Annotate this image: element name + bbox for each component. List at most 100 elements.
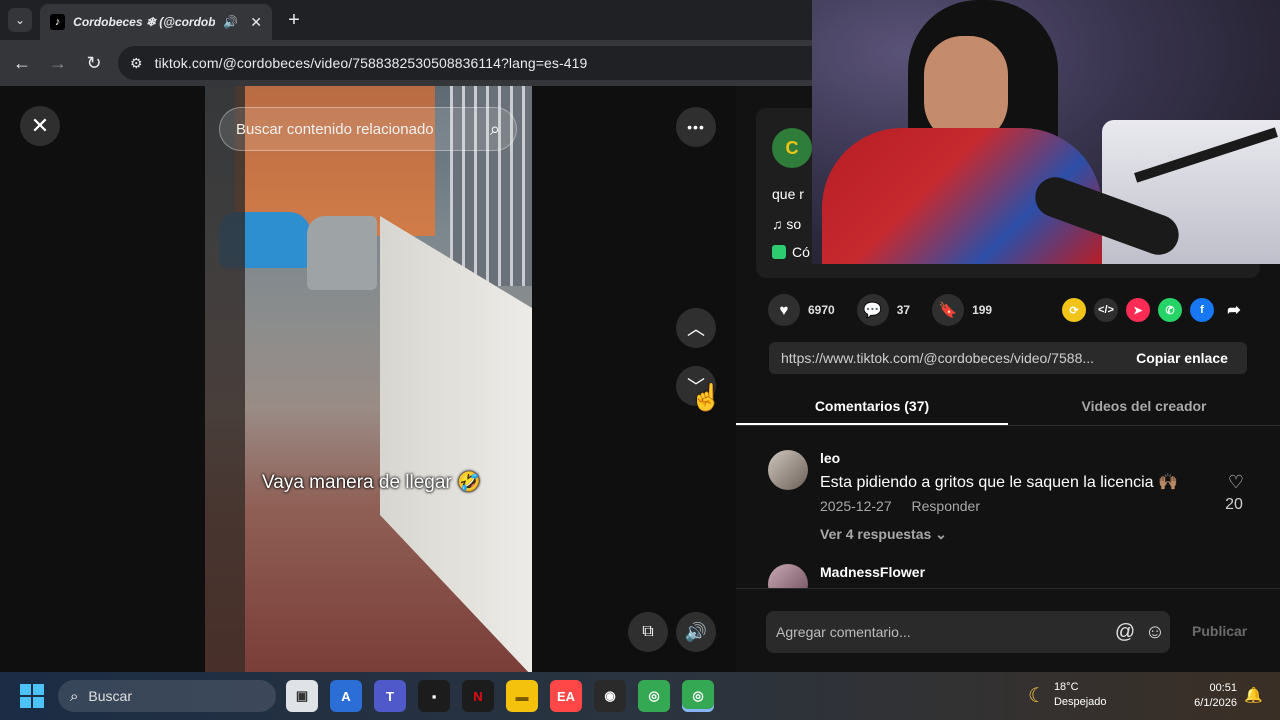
previous-video-button[interactable]: ︿	[676, 308, 716, 348]
close-video-button[interactable]: ✕	[20, 106, 60, 146]
video-description: que r	[772, 186, 804, 202]
azure-data-studio-icon[interactable]: A	[330, 680, 362, 712]
temperature: 18°C	[1053, 681, 1079, 693]
ea-app-icon[interactable]: EA	[550, 680, 582, 712]
reload-button[interactable]: ↻	[82, 51, 106, 75]
url-text[interactable]: tiktok.com/@cordobeces/video/75883825305…	[155, 55, 588, 71]
tab-search-button[interactable]: ⌄	[8, 8, 32, 32]
speaker-icon[interactable]: 🔊	[223, 15, 238, 29]
obs-icon[interactable]: ◉	[594, 680, 626, 712]
search-icon: ⌕	[70, 687, 79, 705]
weather-condition: Despejado	[1053, 696, 1107, 708]
save-count: 199	[972, 303, 993, 317]
embed-icon[interactable]: </>	[1094, 298, 1118, 322]
facebook-icon[interactable]: f	[1190, 298, 1214, 322]
repost-icon[interactable]: ⟳	[1062, 298, 1086, 322]
whatsapp-icon[interactable]: ✆	[1158, 298, 1182, 322]
share-icons: ⟳ </> ➤ ✆ f ➦	[1062, 298, 1246, 322]
emoji-icon[interactable]: ☺	[1140, 621, 1170, 644]
reply-button[interactable]: Responder	[912, 498, 981, 514]
video-area: ✕ Buscar contenido relacionado ⌕ Vaya ma…	[0, 86, 736, 672]
volume-button[interactable]: 🔊	[676, 612, 716, 652]
save-stat[interactable]: 🔖 199	[932, 294, 992, 326]
comment-placeholder: Agregar comentario...	[776, 624, 911, 640]
comment-username[interactable]: leo	[820, 450, 840, 466]
windows-taskbar: ⌕ Buscar ▣ A T ▪ N ▬ EA ◉ ◎ ◎ ☾ 18°C Des…	[0, 672, 1280, 720]
comment-item: leo Esta pidiendo a gritos que le saquen…	[768, 450, 1248, 550]
location-name: Có	[792, 244, 810, 260]
comment-bar: Agregar comentario... @ ☺ Publicar	[736, 588, 1280, 672]
comment-item: MadnessFlower	[768, 564, 1248, 588]
comment-bubble-icon[interactable]: 💬	[856, 294, 889, 326]
weather-widget[interactable]: ☾ 18°C Despejado	[1028, 680, 1107, 710]
notification-icon[interactable]: 🔔	[1244, 686, 1263, 704]
location-link[interactable]: Có	[772, 244, 810, 260]
related-search-input[interactable]: Buscar contenido relacionado ⌕	[219, 107, 517, 151]
browser-toolbar: ← → ↻ ⚙ tiktok.com/@cordobeces/video/758…	[0, 40, 818, 86]
share-arrow-icon[interactable]: ➦	[1222, 298, 1246, 322]
address-bar[interactable]: ⚙ tiktok.com/@cordobeces/video/758838253…	[118, 46, 818, 80]
mouse-cursor-icon: ☝	[690, 382, 723, 412]
app-blocks-icon[interactable]: ▪	[418, 680, 450, 712]
task-view-icon[interactable]: ▣	[286, 680, 318, 712]
tab-creator-videos[interactable]: Videos del creador	[1008, 386, 1280, 425]
like-count: 6970	[808, 303, 835, 317]
new-tab-button[interactable]: +	[282, 8, 306, 32]
video-frame-car	[307, 216, 377, 290]
taskbar-apps: ▣ A T ▪ N ▬ EA ◉ ◎ ◎	[286, 680, 714, 712]
browser-tab-active[interactable]: ♪ Cordobeces ❄ (@cordobeces 🔊 ✕	[40, 4, 272, 40]
search-icon[interactable]: ⌕	[490, 119, 500, 140]
comment-meta: 2025-12-27 Responder	[820, 498, 996, 514]
comment-like-count: 20	[1225, 496, 1243, 513]
heart-outline-icon[interactable]: ♡	[1224, 472, 1248, 493]
clock-time: 00:51	[1209, 682, 1237, 694]
publish-button[interactable]: Publicar	[1192, 623, 1247, 639]
copy-link-button[interactable]: Copiar enlace	[1117, 350, 1247, 366]
comment-date: 2025-12-27	[820, 498, 892, 514]
send-icon[interactable]: ➤	[1126, 298, 1150, 322]
like-stat[interactable]: ♥ 6970	[768, 294, 835, 326]
clock-date: 6/1/2026	[1194, 697, 1237, 709]
back-button[interactable]: ←	[10, 51, 34, 75]
tab-title: Cordobeces ❄ (@cordobeces	[73, 15, 216, 29]
tiktok-icon: ♪	[50, 14, 66, 30]
music-note-icon: ♫	[772, 216, 787, 232]
panel-tabs: Comentarios (37) Videos del creador	[736, 386, 1280, 426]
picture-in-picture-button[interactable]: ⧉	[628, 612, 668, 652]
forward-button[interactable]: →	[46, 51, 70, 75]
copy-link-row: https://www.tiktok.com/@cordobeces/video…	[769, 342, 1247, 374]
heart-icon[interactable]: ♥	[768, 294, 800, 326]
chrome-icon[interactable]: ◎	[638, 680, 670, 712]
bookmark-icon[interactable]: 🔖	[932, 294, 965, 326]
browser-tabstrip: ⌄ ♪ Cordobeces ❄ (@cordobeces 🔊 ✕ +	[0, 0, 812, 40]
netflix-icon[interactable]: N	[462, 680, 494, 712]
sound-name: so	[786, 216, 802, 232]
comment-input[interactable]: Agregar comentario... @ ☺	[766, 611, 1170, 653]
taskbar-search-label: Buscar	[88, 688, 132, 704]
mention-icon[interactable]: @	[1110, 621, 1140, 644]
video-player[interactable]	[205, 86, 532, 672]
sound-link[interactable]: ♫ so	[772, 216, 801, 232]
video-frame-tree	[205, 86, 245, 672]
creator-avatar[interactable]: C	[772, 128, 812, 168]
comment-username[interactable]: MadnessFlower	[820, 564, 925, 580]
avatar[interactable]	[768, 564, 808, 588]
tab-comments[interactable]: Comentarios (37)	[736, 386, 1008, 425]
webcam-overlay	[812, 0, 1280, 264]
close-tab-icon[interactable]: ✕	[250, 14, 262, 31]
site-info-icon[interactable]: ⚙	[130, 55, 143, 72]
clock[interactable]: 00:51 6/1/2026	[1180, 681, 1237, 711]
moon-icon: ☾	[1028, 684, 1046, 707]
comment-stat[interactable]: 💬 37	[856, 294, 910, 326]
comment-text: Esta pidiendo a gritos que le saquen la …	[820, 474, 1178, 491]
teams-icon[interactable]: T	[374, 680, 406, 712]
taskbar-search[interactable]: ⌕ Buscar	[58, 680, 276, 712]
windows-start-icon[interactable]	[20, 684, 44, 708]
view-replies-button[interactable]: Ver 4 respuestas ⌄	[820, 526, 947, 543]
chrome-profile-icon[interactable]: ◎	[682, 680, 714, 712]
more-options-button[interactable]: •••	[676, 107, 716, 147]
avatar[interactable]	[768, 450, 808, 490]
file-explorer-icon[interactable]: ▬	[506, 680, 538, 712]
related-search-placeholder: Buscar contenido relacionado	[236, 120, 434, 138]
video-caption: Vaya manera de llegar 🤣	[262, 472, 481, 493]
